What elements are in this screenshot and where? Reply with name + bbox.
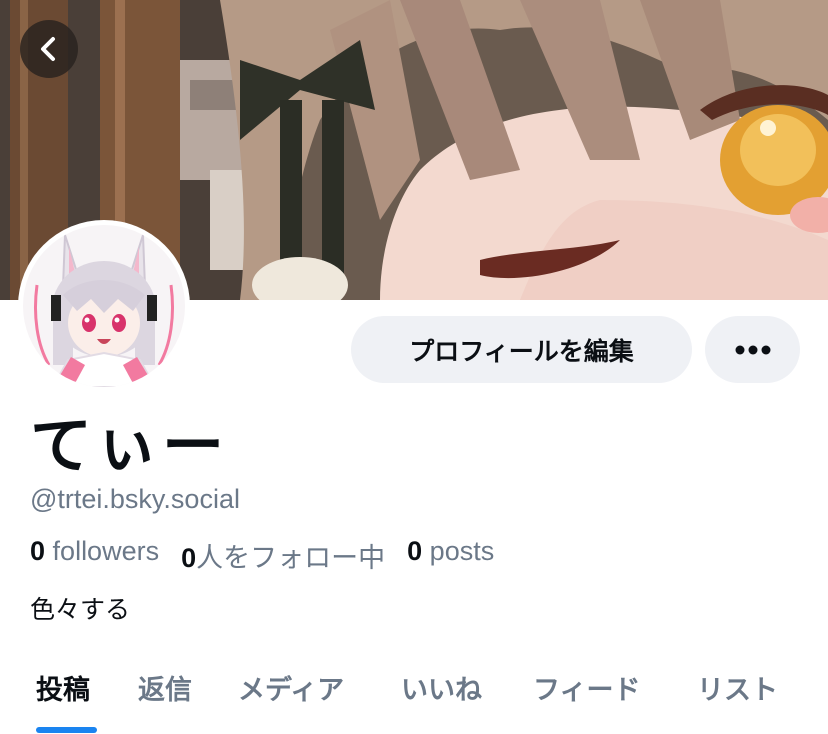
profile-handle: @trtei.bsky.social <box>30 484 240 514</box>
posts-label: posts <box>429 536 495 566</box>
profile-bio: 色々する <box>30 595 131 624</box>
tab-likes[interactable]: いいね <box>401 668 482 707</box>
profile-tabs: 投稿 返信 メディア いいね フィード リスト <box>0 664 828 734</box>
back-button[interactable] <box>20 20 78 78</box>
tab-media[interactable]: メディア <box>238 668 344 707</box>
edit-profile-button[interactable]: プロフィールを編集 <box>351 316 692 383</box>
avatar-image <box>23 225 185 387</box>
chevron-left-icon <box>41 37 55 61</box>
more-options-button[interactable] <box>705 316 800 383</box>
display-name: てぃー <box>30 409 229 482</box>
followers-stat[interactable]: 0 followers <box>30 536 159 575</box>
following-stat[interactable]: 0人をフォロー中 <box>181 536 385 575</box>
posts-count: 0 <box>407 536 423 566</box>
profile-stats: 0 followers 0人をフォロー中 0 posts <box>30 536 494 575</box>
avatar[interactable] <box>18 220 190 392</box>
ellipsis-icon <box>735 345 770 354</box>
posts-stat: 0 posts <box>407 536 494 575</box>
tab-lists[interactable]: リスト <box>697 668 778 707</box>
following-label: 人をフォロー中 <box>196 543 386 573</box>
tab-feeds[interactable]: フィード <box>533 668 640 707</box>
following-count: 0 <box>181 543 197 573</box>
followers-label: followers <box>52 536 160 566</box>
tab-replies[interactable]: 返信 <box>138 668 192 707</box>
tab-posts[interactable]: 投稿 <box>36 668 90 707</box>
followers-count: 0 <box>30 536 46 566</box>
active-tab-indicator <box>36 727 97 733</box>
